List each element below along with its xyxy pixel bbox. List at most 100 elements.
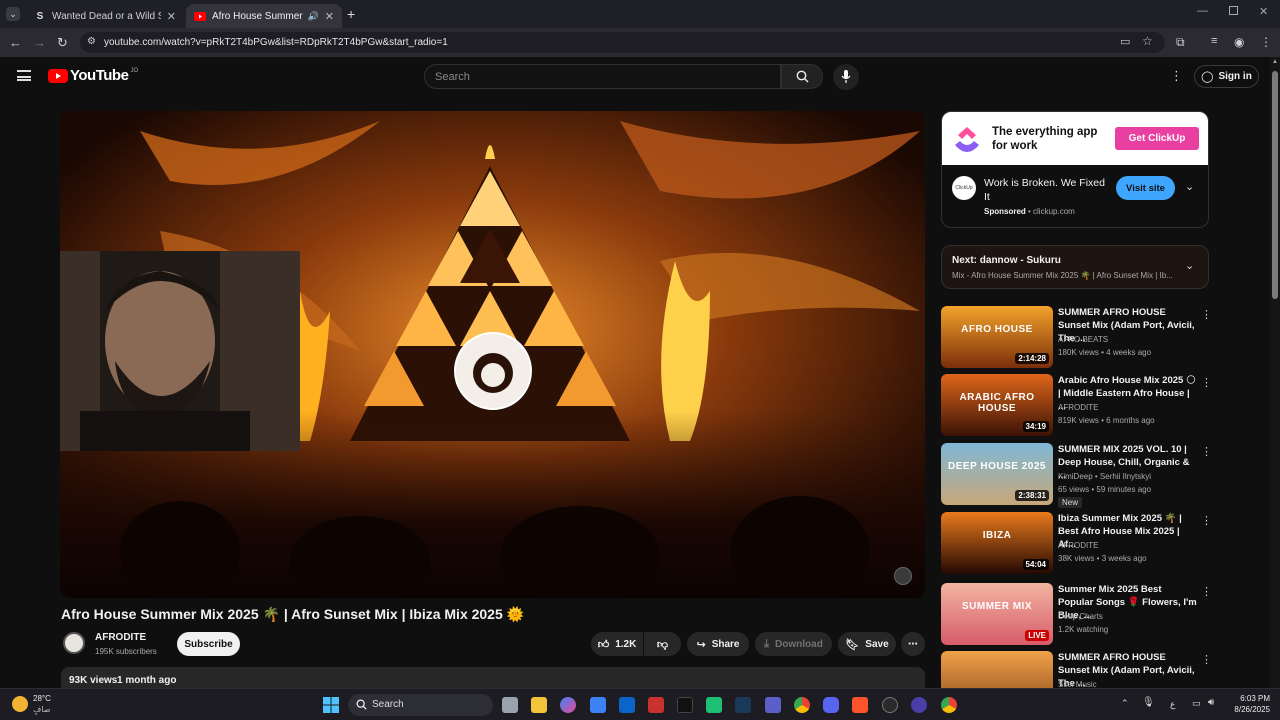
back-arrow-icon[interactable]: ← xyxy=(9,35,22,50)
scroll-up-arrow-icon[interactable]: ▲ xyxy=(1272,59,1278,65)
chrome-profile-icon[interactable] xyxy=(941,697,957,713)
ad-card[interactable]: The everything app for work Get ClickUp … xyxy=(941,111,1209,228)
video-thumbnail[interactable]: AFRO HOUSE 2:14:28 xyxy=(941,306,1053,368)
volume-icon[interactable]: 🔊︎ xyxy=(1208,697,1214,708)
more-options-icon[interactable]: ⋮ xyxy=(1201,585,1212,598)
ad-headline[interactable]: Work is Broken. We Fixed It xyxy=(984,176,1109,204)
video-player[interactable] xyxy=(60,111,925,598)
tiktok-icon[interactable] xyxy=(677,697,693,713)
playlist-next-card[interactable]: Next: dannow - Sukuru Mix - Afro House S… xyxy=(941,245,1209,289)
channel-name[interactable]: Deep Charts xyxy=(1058,612,1103,621)
tab-wanted-dead[interactable]: S Wanted Dead or a Wild Slot Ga ✕ xyxy=(26,4,184,28)
recommendation-item[interactable]: AFRO HOUSE 2:14:28 SUMMER AFRO HOUSE Sunse… xyxy=(941,306,1212,368)
save-button[interactable]: 🔖︎ Save xyxy=(838,632,896,656)
chevron-down-icon[interactable]: ⌄ xyxy=(1185,180,1194,193)
video-meta: 819K views • 6 months ago xyxy=(1058,416,1155,425)
download-button[interactable]: ⤓ Download xyxy=(755,632,832,656)
recommendation-item[interactable]: DEEP HOUSE 2025 2:38:31 SUMMER MIX 2025 VO… xyxy=(941,443,1212,508)
scrollbar-thumb[interactable] xyxy=(1272,71,1278,299)
chevron-down-icon[interactable]: ⌄ xyxy=(1185,259,1194,272)
more-options-icon[interactable]: ⋮ xyxy=(1170,68,1183,84)
recommendation-item[interactable]: IBIZA 54:04 Ibiza Summer Mix 2025 🌴 | Best… xyxy=(941,512,1212,574)
speaker-icon[interactable]: 🔊 xyxy=(308,11,319,22)
outlook-icon[interactable] xyxy=(619,697,635,713)
task-view-icon[interactable] xyxy=(502,697,518,713)
copilot-icon[interactable] xyxy=(560,697,576,713)
page-scrollbar[interactable]: ▲ xyxy=(1270,57,1280,688)
new-tab-button[interactable]: + xyxy=(347,6,355,22)
window-close-icon[interactable]: ✕ xyxy=(1259,5,1268,18)
channel-name[interactable]: AFRO BEATS xyxy=(1058,335,1108,344)
dislike-button[interactable]: 👎︎ xyxy=(644,632,681,656)
video-thumbnail[interactable]: DEEP HOUSE 2025 2:38:31 xyxy=(941,443,1053,505)
language-indicator[interactable]: ع xyxy=(1170,699,1175,710)
channel-name[interactable]: AFRODITE xyxy=(1058,403,1098,412)
forward-arrow-icon[interactable]: → xyxy=(33,35,46,50)
close-icon[interactable]: ✕ xyxy=(167,10,176,23)
tab-afro-house[interactable]: Afro House Summer Mix 20 🔊 ✕ xyxy=(186,4,342,28)
more-options-icon[interactable]: ⋮ xyxy=(1201,376,1212,389)
app-icon-red[interactable] xyxy=(648,697,664,713)
windows-start-icon[interactable] xyxy=(323,697,339,713)
search-button[interactable] xyxy=(781,64,823,89)
more-options-icon[interactable]: ⋮ xyxy=(1201,445,1212,458)
share-button[interactable]: ↪ Share xyxy=(687,632,749,656)
sign-in-button[interactable]: ◯ Sign in xyxy=(1194,65,1259,88)
close-icon[interactable]: ✕ xyxy=(325,10,334,23)
recommendation-item[interactable]: SUMMER MIX LIVE Summer Mix 2025 Best Popul… xyxy=(941,583,1212,645)
channel-name[interactable]: KimiDeep • Serhii Ilnytskyi xyxy=(1058,472,1151,481)
video-thumbnail[interactable]: ARABIC AFRO HOUSE 34:19 xyxy=(941,374,1053,436)
reload-icon[interactable]: ↻ xyxy=(57,35,68,51)
network-icon[interactable]: ▭ xyxy=(1192,698,1201,709)
url-box[interactable]: ⚙ youtube.com/watch?v=pRkT2T4bPGw&list=R… xyxy=(80,32,1165,53)
subscribe-button[interactable]: Subscribe xyxy=(177,632,240,656)
get-clickup-button[interactable]: Get ClickUp xyxy=(1115,127,1199,150)
more-options-icon[interactable]: ⋮ xyxy=(1201,514,1212,527)
extensions-icon[interactable]: ⧉ xyxy=(1176,35,1185,50)
video-thumbnail[interactable]: SUMMER MIX LIVE xyxy=(941,583,1053,645)
like-button[interactable]: 👍︎ 1.2K xyxy=(591,632,643,656)
ad-banner[interactable]: The everything app for work Get ClickUp xyxy=(942,112,1208,165)
profile-icon[interactable]: ◉ xyxy=(1234,35,1244,49)
webcam-overlay xyxy=(60,251,300,451)
video-meta: 38K views • 3 weeks ago xyxy=(1058,554,1147,563)
maximize-icon[interactable] xyxy=(1229,6,1238,15)
voice-search-button[interactable] xyxy=(833,64,859,90)
teams-icon[interactable] xyxy=(765,697,781,713)
tray-overflow-icon[interactable]: ⌃ xyxy=(1121,698,1129,709)
youtube-logo-text: YouTube xyxy=(70,67,129,84)
cast-icon[interactable]: ▭ xyxy=(1120,35,1130,48)
taskbar-search[interactable]: Search xyxy=(348,694,493,716)
youtube-logo[interactable]: YouTube JO xyxy=(48,67,138,84)
brave-icon[interactable] xyxy=(852,697,868,713)
more-options-icon[interactable]: ⋮ xyxy=(1201,308,1212,321)
media-control-icon[interactable]: ≡ xyxy=(1211,35,1217,47)
hamburger-menu-icon[interactable] xyxy=(17,70,31,81)
channel-name[interactable]: AFRODITE xyxy=(1058,541,1098,550)
tab-search-button[interactable]: ⌄ xyxy=(6,7,20,21)
video-thumbnail[interactable]: IBIZA 54:04 xyxy=(941,512,1053,574)
channel-name[interactable]: AFRODITE xyxy=(95,632,146,643)
minimize-icon[interactable]: — xyxy=(1197,5,1208,17)
steam-icon[interactable] xyxy=(735,697,751,713)
app-icon-green[interactable] xyxy=(706,697,722,713)
visit-site-button[interactable]: Visit site xyxy=(1116,176,1175,200)
bookmark-star-icon[interactable]: ☆ xyxy=(1142,34,1153,48)
browser-menu-icon[interactable]: ⋮ xyxy=(1260,35,1272,49)
chrome-icon[interactable] xyxy=(794,697,810,713)
store-icon[interactable] xyxy=(590,697,606,713)
more-options-icon[interactable]: ⋮ xyxy=(1201,653,1212,666)
microphone-tray-icon[interactable]: 🎙︎ xyxy=(1142,697,1155,708)
more-actions-button[interactable]: ⋯ xyxy=(901,632,925,656)
clock-time[interactable]: 6:03 PM xyxy=(1236,694,1270,703)
app-icon-purple[interactable] xyxy=(911,697,927,713)
discord-icon[interactable] xyxy=(823,697,839,713)
file-explorer-icon[interactable] xyxy=(531,697,547,713)
search-input[interactable]: Search xyxy=(424,64,781,89)
channel-avatar[interactable] xyxy=(63,632,85,654)
clock-date[interactable]: 8/26/2025 xyxy=(1226,705,1270,714)
app-icon-dark[interactable] xyxy=(882,697,898,713)
site-info-icon[interactable]: ⚙ xyxy=(87,36,96,47)
recommendation-item[interactable]: ARABIC AFRO HOUSE 34:19 Arabic Afro House … xyxy=(941,374,1212,436)
windows-taskbar: 28°C صافٍ Search ⌃ 🎙︎ ع ▭ 🔊︎ 6:03 PM 8/2… xyxy=(0,688,1280,720)
